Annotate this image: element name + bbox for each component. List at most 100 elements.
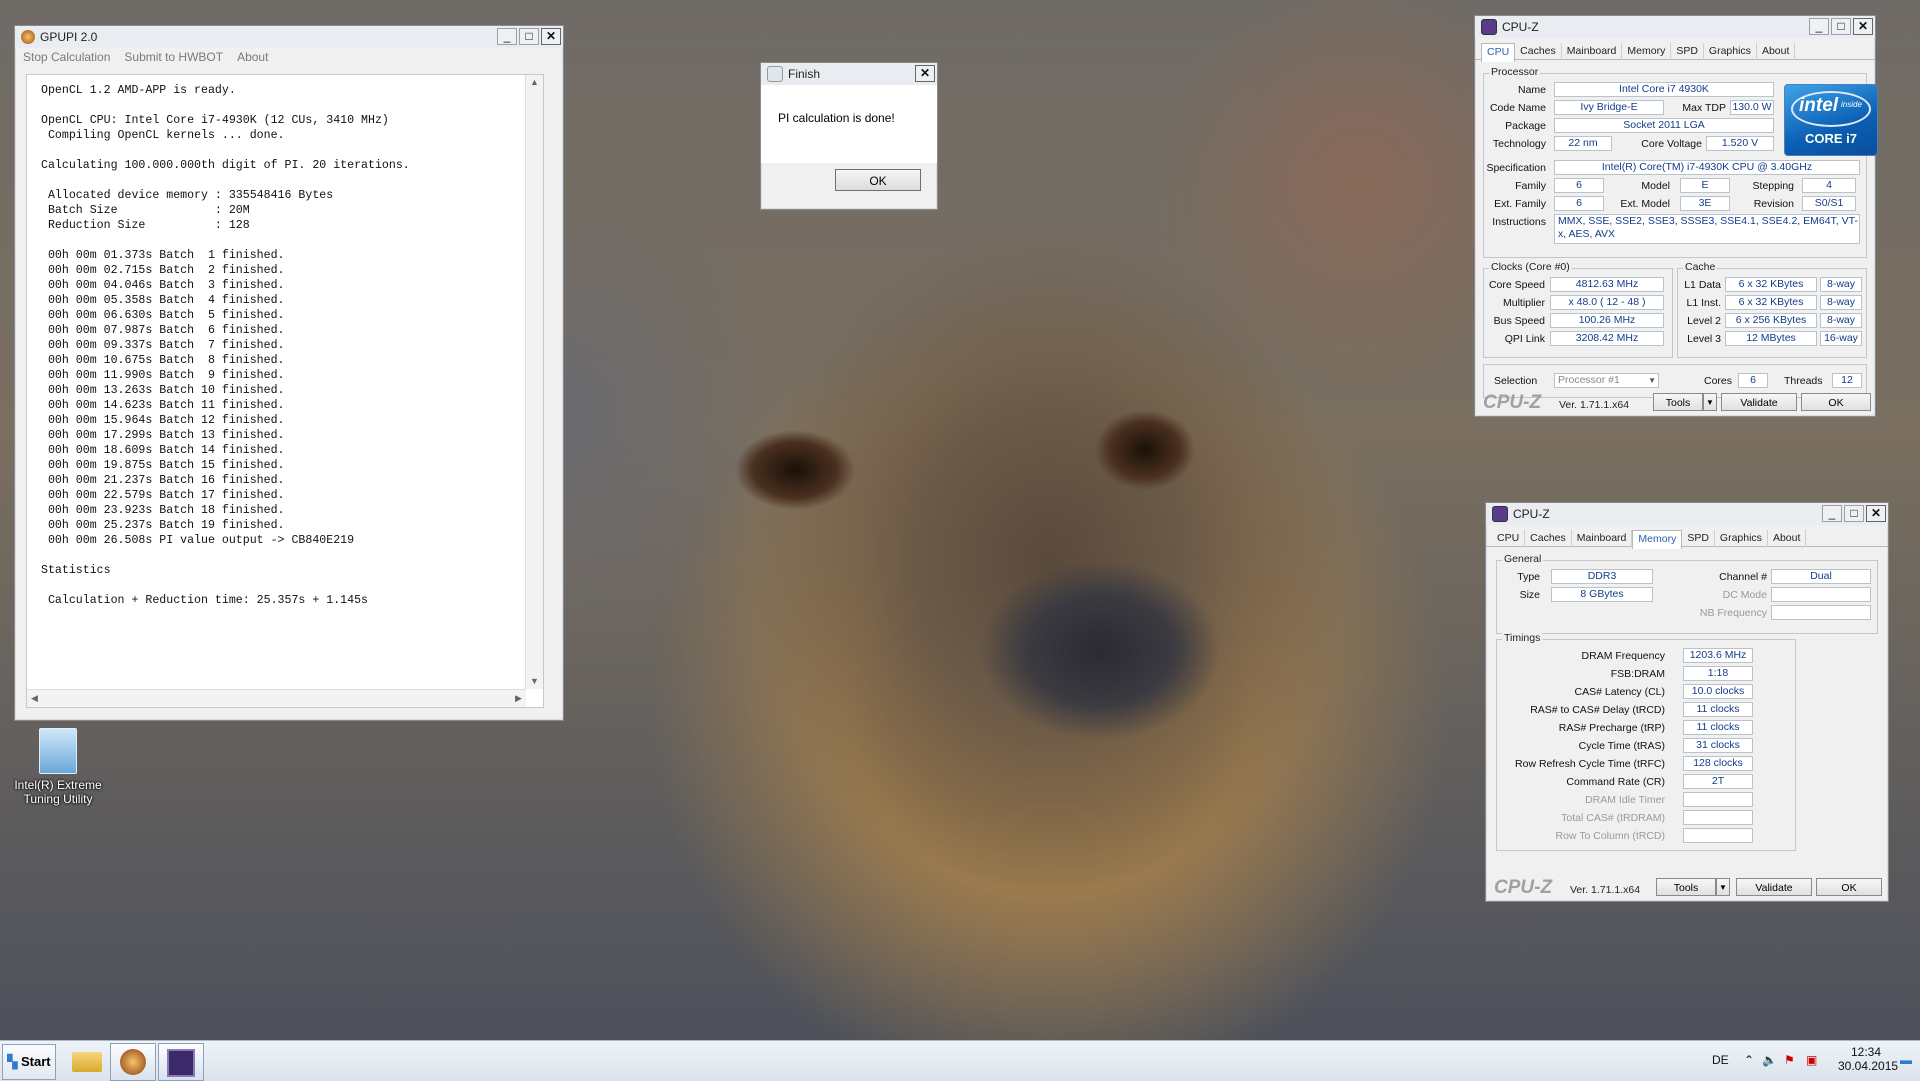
gpupi-app-icon: [21, 30, 35, 44]
ok-button[interactable]: OK: [1816, 878, 1882, 896]
show-desktop-icon[interactable]: ▬: [1900, 1053, 1912, 1067]
scroll-up-icon[interactable]: ▲: [527, 75, 542, 90]
clock[interactable]: 12:34 30.04.2015: [1838, 1045, 1898, 1073]
cpuz-brand: CPU-Z: [1483, 392, 1542, 413]
finish-titlebar[interactable]: Finish ✕: [761, 63, 937, 85]
type-label: Type: [1517, 571, 1540, 583]
close-button[interactable]: ✕: [541, 28, 561, 45]
tab-memory[interactable]: Memory: [1622, 43, 1672, 60]
minimize-button[interactable]: _: [1822, 505, 1842, 522]
ok-button[interactable]: OK: [1801, 393, 1871, 411]
tools-dropdown-icon[interactable]: ▼: [1716, 878, 1730, 896]
menu-about[interactable]: About: [237, 48, 268, 66]
menu-submit-hwbot[interactable]: Submit to HWBOT: [124, 48, 223, 66]
action-center-icon[interactable]: ⚑: [1784, 1053, 1795, 1067]
timing-label: RAS# Precharge (tRP): [1558, 722, 1665, 734]
folder-icon: [72, 1052, 102, 1072]
start-button[interactable]: ▚ Start: [2, 1044, 56, 1080]
gpupi-window: GPUPI 2.0 _ □ ✕ Stop Calculation Submit …: [14, 25, 564, 721]
timing-label: Cycle Time (tRAS): [1578, 740, 1665, 752]
l1d-way: 8-way: [1820, 277, 1862, 292]
gpupi-title: GPUPI 2.0: [40, 30, 98, 44]
general-group-label: General: [1502, 553, 1544, 565]
close-button[interactable]: ✕: [1853, 18, 1873, 35]
scroll-right-icon[interactable]: ▶: [511, 691, 526, 706]
timing-label: RAS# to CAS# Delay (tRCD): [1530, 704, 1665, 716]
tools-button[interactable]: Tools: [1656, 878, 1716, 896]
cpuz-titlebar[interactable]: CPU-Z _ □ ✕: [1486, 503, 1888, 525]
nbfreq-label: NB Frequency: [1699, 607, 1767, 619]
timing-value: 128 clocks: [1683, 756, 1753, 771]
tab-mainboard[interactable]: Mainboard: [1562, 43, 1623, 60]
validate-button[interactable]: Validate: [1721, 393, 1797, 411]
tools-dropdown-icon[interactable]: ▼: [1703, 393, 1717, 411]
cpuz-titlebar[interactable]: CPU-Z _ □ ✕: [1475, 16, 1875, 38]
gpupi-console[interactable]: OpenCL 1.2 AMD-APP is ready. OpenCL CPU:…: [26, 74, 544, 708]
maximize-button[interactable]: □: [1844, 505, 1864, 522]
tab-caches[interactable]: Caches: [1525, 530, 1572, 547]
tab-caches[interactable]: Caches: [1515, 43, 1562, 60]
tab-about[interactable]: About: [1757, 43, 1796, 60]
network-icon[interactable]: ▣: [1806, 1053, 1817, 1067]
taskbar-explorer[interactable]: [64, 1043, 110, 1081]
taskbar-cpuz[interactable]: [158, 1043, 204, 1081]
close-button[interactable]: ✕: [915, 65, 935, 82]
maximize-button[interactable]: □: [1831, 18, 1851, 35]
maxtdp-label: Max TDP: [1682, 102, 1726, 114]
clocks-group-label: Clocks (Core #0): [1489, 261, 1572, 273]
cpuz-title: CPU-Z: [1502, 20, 1539, 34]
minimize-button[interactable]: _: [1809, 18, 1829, 35]
horizontal-scrollbar[interactable]: ◀ ▶: [27, 689, 526, 707]
corevoltage-value: 1.520 V: [1706, 136, 1774, 151]
cpuz-title: CPU-Z: [1513, 507, 1550, 521]
tab-memory[interactable]: Memory: [1632, 530, 1683, 549]
menu-stop-calculation[interactable]: Stop Calculation: [23, 48, 110, 66]
model-label: Model: [1641, 180, 1670, 192]
tab-about[interactable]: About: [1768, 530, 1807, 547]
tab-graphics[interactable]: Graphics: [1704, 43, 1757, 60]
processor-select[interactable]: Processor #1 ▼: [1554, 373, 1659, 388]
l2-label: Level 2: [1687, 315, 1721, 327]
tab-mainboard[interactable]: Mainboard: [1572, 530, 1633, 547]
cache-group-label: Cache: [1683, 261, 1718, 273]
show-hidden-icons-icon[interactable]: ⌃: [1744, 1053, 1754, 1067]
gpupi-titlebar[interactable]: GPUPI 2.0 _ □ ✕: [15, 26, 563, 48]
tab-cpu[interactable]: CPU: [1492, 530, 1526, 547]
size-value: 8 GBytes: [1551, 587, 1653, 602]
language-indicator[interactable]: DE: [1712, 1053, 1729, 1067]
volume-icon[interactable]: 🔈: [1762, 1053, 1777, 1067]
tools-button[interactable]: Tools: [1653, 393, 1703, 411]
l1d-label: L1 Data: [1684, 279, 1721, 291]
scroll-left-icon[interactable]: ◀: [27, 691, 42, 706]
cache-group: Cache L1 Data 6 x 32 KBytes 8-way L1 Ins…: [1677, 261, 1867, 358]
instructions-value: MMX, SSE, SSE2, SSE3, SSSE3, SSE4.1, SSE…: [1554, 214, 1860, 244]
tab-spd[interactable]: SPD: [1682, 530, 1715, 547]
cpuz-cpu-window: CPU-Z _ □ ✕ CPU Caches Mainboard Memory …: [1474, 15, 1878, 417]
minimize-button[interactable]: _: [497, 28, 517, 45]
close-button[interactable]: ✕: [1866, 505, 1886, 522]
scroll-down-icon[interactable]: ▼: [527, 674, 542, 689]
package-label: Package: [1505, 120, 1546, 132]
ok-button[interactable]: OK: [835, 169, 921, 191]
console-output: OpenCL 1.2 AMD-APP is ready. OpenCL CPU:…: [41, 84, 410, 607]
taskbar-gpupi[interactable]: [110, 1043, 156, 1081]
finish-dialog: Finish ✕ PI calculation is done! OK: [760, 62, 938, 210]
l3-value: 12 MBytes: [1725, 331, 1817, 346]
stepping-label: Stepping: [1752, 180, 1794, 192]
tab-spd[interactable]: SPD: [1671, 43, 1704, 60]
validate-button[interactable]: Validate: [1736, 878, 1812, 896]
tab-graphics[interactable]: Graphics: [1715, 530, 1768, 547]
name-value: Intel Core i7 4930K: [1554, 82, 1774, 97]
threads-value: 12: [1832, 373, 1862, 388]
timing-value: 11 clocks: [1683, 720, 1753, 735]
tab-cpu[interactable]: CPU: [1481, 43, 1516, 62]
maximize-button[interactable]: □: [519, 28, 539, 45]
extfamily-label: Ext. Family: [1494, 198, 1546, 210]
desktop-icon-xtu[interactable]: Intel(R) Extreme Tuning Utility: [12, 728, 104, 806]
type-value: DDR3: [1551, 569, 1653, 584]
package-value: Socket 2011 LGA: [1554, 118, 1774, 133]
l1d-value: 6 x 32 KBytes: [1725, 277, 1817, 292]
cpuz-icon: [167, 1049, 195, 1077]
timing-value: [1683, 810, 1753, 825]
vertical-scrollbar[interactable]: ▲ ▼: [525, 75, 543, 689]
